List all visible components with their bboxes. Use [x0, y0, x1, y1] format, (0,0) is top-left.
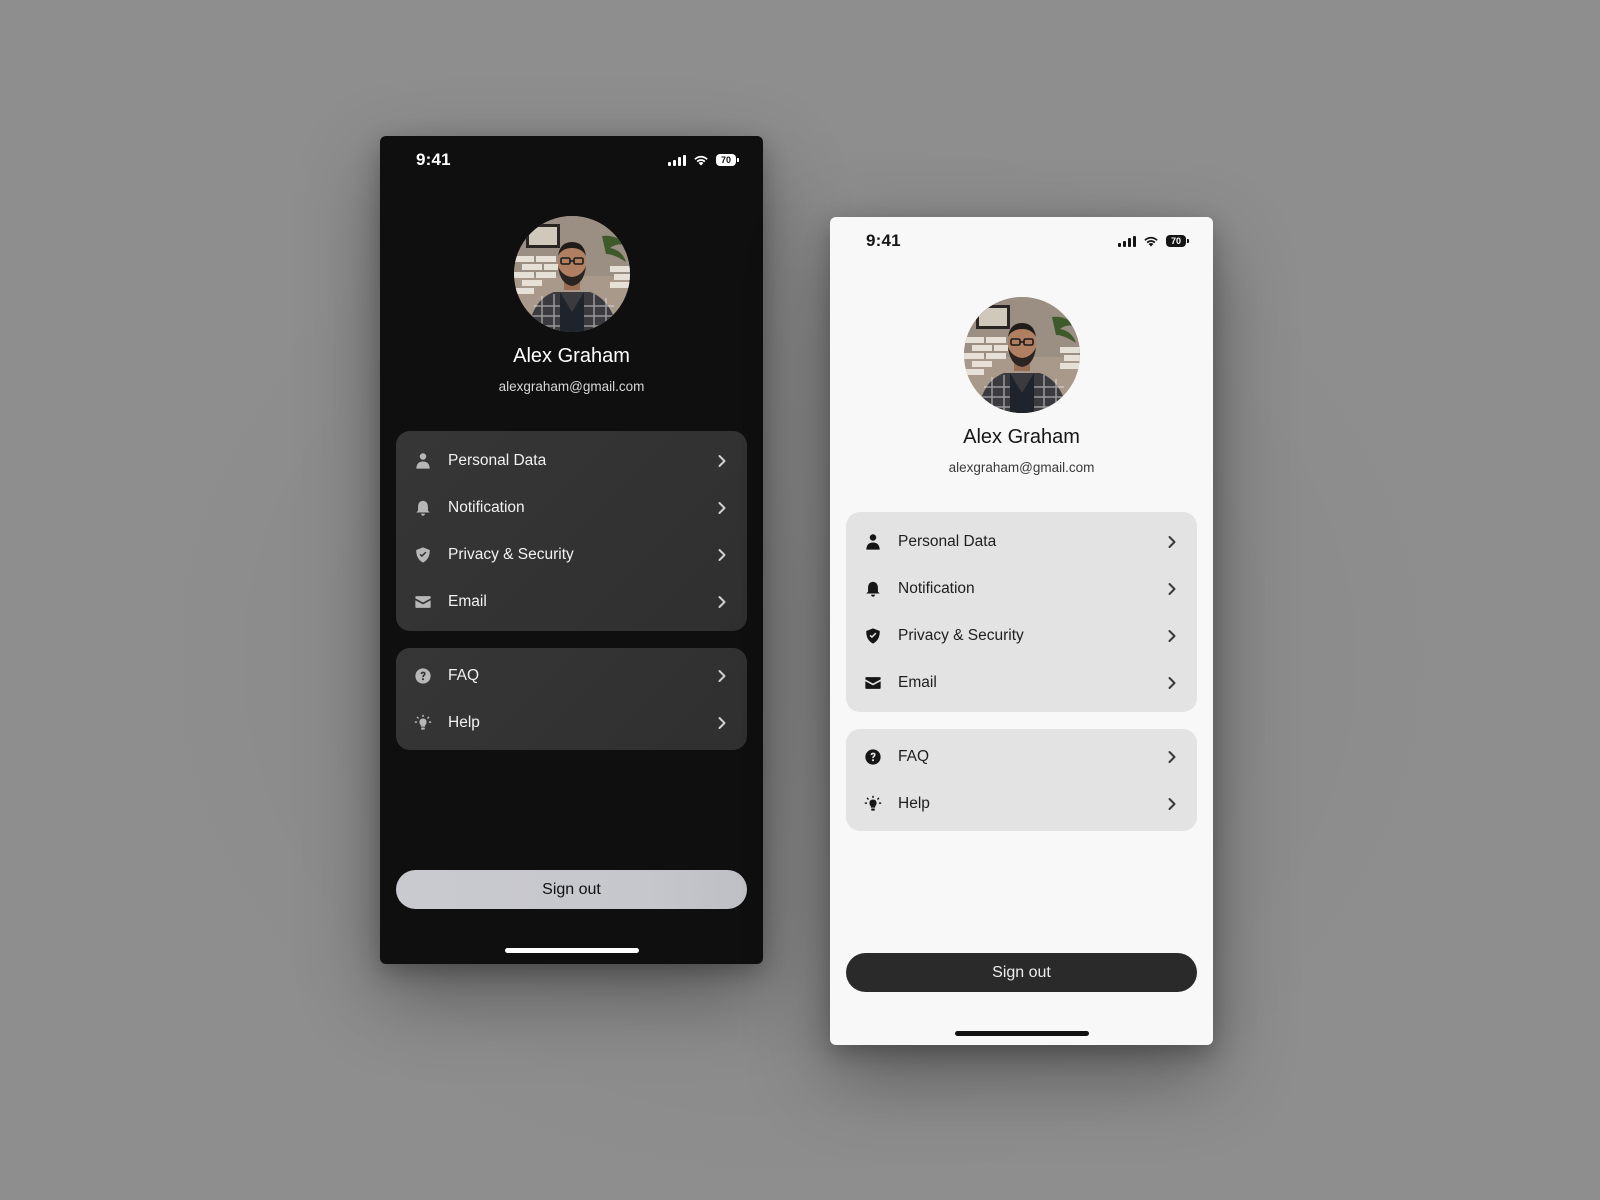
chevron-right-icon: [717, 669, 727, 683]
avatar[interactable]: [963, 297, 1080, 413]
chevron-right-icon: [717, 454, 727, 468]
menu-item-label: Email: [448, 592, 487, 610]
question-circle-icon: [413, 666, 433, 686]
menu-item-personal-data[interactable]: Personal Data: [846, 518, 1197, 565]
person-icon: [413, 451, 433, 471]
envelope-icon: [413, 592, 433, 612]
support-card: FAQ Help: [396, 648, 747, 750]
status-icons: 70: [1117, 235, 1190, 247]
profile-email: alexgraham@gmail.com: [948, 460, 1095, 475]
menu-item-privacy-and-security[interactable]: Privacy & Security: [846, 612, 1197, 659]
home-indicator[interactable]: [954, 1031, 1089, 1036]
phone-screen-light: 9:41 70 Alex Graham alexgraham@gmail.com…: [830, 217, 1213, 1045]
cellular-signal-icon: [1117, 235, 1136, 247]
status-bar: 9:41 70: [830, 217, 1213, 273]
menu-item-notification[interactable]: Notification: [846, 565, 1197, 612]
profile-photo: [963, 297, 1080, 413]
profile-name: Alex Graham: [513, 345, 630, 367]
account-settings-card: Personal Data Notification Privacy & Secur…: [396, 431, 747, 631]
menu-item-label: Help: [448, 713, 480, 731]
shield-check-icon: [863, 626, 883, 646]
menu-item-help[interactable]: Help: [396, 699, 747, 746]
menu-item-label: FAQ: [898, 747, 930, 765]
status-bar: 9:41 70: [380, 136, 763, 192]
lightbulb-icon: [863, 794, 883, 814]
chevron-right-icon: [1167, 797, 1177, 811]
menu-item-email[interactable]: Email: [396, 578, 747, 625]
menu-item-label: Notification: [898, 579, 975, 597]
sign-out-button[interactable]: Sign out: [396, 870, 747, 909]
menu-item-notification[interactable]: Notification: [396, 484, 747, 531]
battery-icon: 70: [715, 154, 740, 166]
status-time: 9:41: [416, 150, 451, 169]
menu-item-help[interactable]: Help: [846, 780, 1197, 827]
lightbulb-icon: [413, 713, 433, 733]
avatar[interactable]: [513, 216, 630, 332]
wifi-icon: [1144, 236, 1158, 247]
menu-item-faq[interactable]: FAQ: [396, 652, 747, 699]
battery-icon: 70: [1165, 235, 1190, 247]
chevron-right-icon: [717, 548, 727, 562]
chevron-right-icon: [1167, 629, 1177, 643]
support-card: FAQ Help: [846, 729, 1197, 831]
bell-icon: [863, 579, 883, 599]
account-settings-card: Personal Data Notification Privacy & Secur…: [846, 512, 1197, 712]
menu-item-label: FAQ: [448, 666, 480, 684]
menu-item-label: Personal Data: [448, 451, 547, 469]
wifi-icon: [694, 155, 708, 166]
cellular-signal-icon: [667, 154, 686, 166]
chevron-right-icon: [717, 716, 727, 730]
menu-item-email[interactable]: Email: [846, 659, 1197, 706]
menu-item-label: Email: [898, 673, 937, 691]
page-background: [0, 0, 1600, 1200]
profile-photo: [513, 216, 630, 332]
chevron-right-icon: [1167, 676, 1177, 690]
chevron-right-icon: [1167, 582, 1177, 596]
person-icon: [863, 532, 883, 552]
shield-check-icon: [413, 545, 433, 565]
chevron-right-icon: [1167, 750, 1177, 764]
menu-item-label: Privacy & Security: [898, 626, 1024, 644]
menu-item-label: Privacy & Security: [448, 545, 574, 563]
menu-item-label: Personal Data: [898, 532, 997, 550]
menu-item-faq[interactable]: FAQ: [846, 733, 1197, 780]
chevron-right-icon: [1167, 535, 1177, 549]
chevron-right-icon: [717, 501, 727, 515]
bell-icon: [413, 498, 433, 518]
menu-item-privacy-and-security[interactable]: Privacy & Security: [396, 531, 747, 578]
menu-item-label: Notification: [448, 498, 525, 516]
menu-item-label: Help: [898, 794, 930, 812]
menu-item-personal-data[interactable]: Personal Data: [396, 437, 747, 484]
question-circle-icon: [863, 747, 883, 767]
phone-screen-dark: 9:41 70 Alex Graham alexgraham@gmail.com…: [380, 136, 763, 964]
profile-email: alexgraham@gmail.com: [498, 379, 645, 394]
sign-out-button[interactable]: Sign out: [846, 953, 1197, 992]
home-indicator[interactable]: [504, 948, 639, 953]
envelope-icon: [863, 673, 883, 693]
chevron-right-icon: [717, 595, 727, 609]
status-icons: 70: [667, 154, 740, 166]
profile-name: Alex Graham: [963, 426, 1080, 448]
status-time: 9:41: [866, 231, 901, 250]
